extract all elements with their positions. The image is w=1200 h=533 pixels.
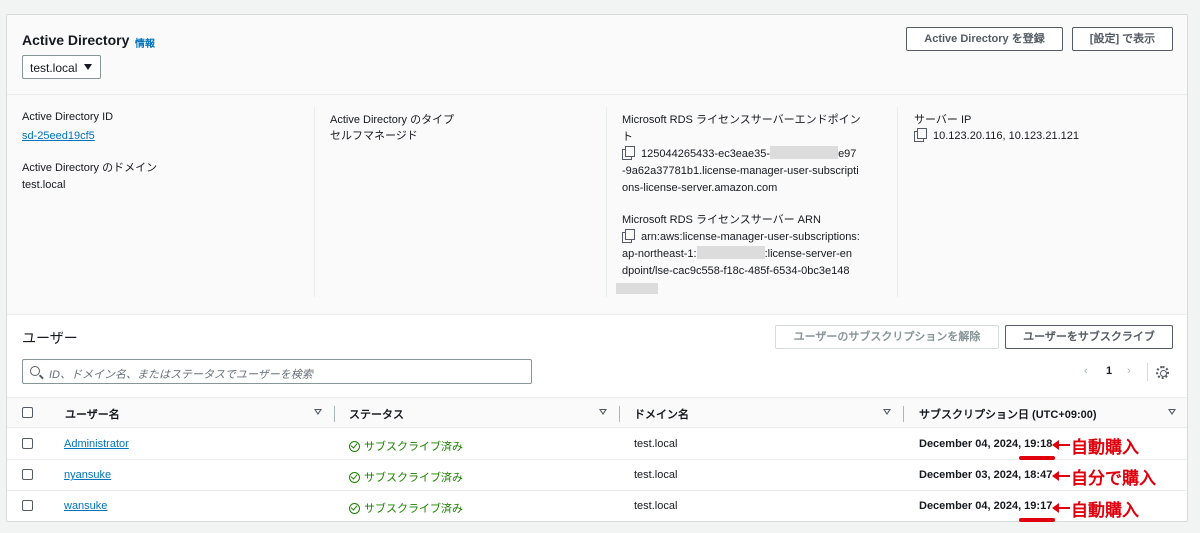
column-header-status[interactable]: ステータス <box>349 406 404 422</box>
column-separator <box>619 406 620 422</box>
status-cell: サブスクライブ済み <box>349 469 463 485</box>
status-cell: サブスクライブ済み <box>349 500 463 516</box>
domain-cell: test.local <box>634 500 678 512</box>
sort-icon[interactable] <box>1168 409 1176 415</box>
type-value: セルフマネージド <box>330 130 418 142</box>
directory-id-link[interactable]: sd-25eed19cf5 <box>22 128 95 145</box>
table-header: ユーザー名 ステータス ドメイン名 サブスクリプション日 (UTC+09:00) <box>7 397 1187 428</box>
domain-cell: test.local <box>634 469 678 481</box>
copy-icon[interactable] <box>914 128 927 142</box>
column-separator <box>903 406 904 422</box>
prev-page-icon[interactable]: ‹ <box>1084 365 1088 377</box>
endpoint-value-line3: ons-license-server.amazon.com <box>622 182 778 194</box>
column-divider <box>606 107 607 297</box>
endpoint-value-line2: -9a62a37781b1.license-manager-user-subsc… <box>622 165 859 177</box>
view-settings-button[interactable]: [設定] で表示 <box>1072 27 1173 51</box>
endpoint-value-line1: 125044265433-ec3eae35- e97 <box>622 146 856 163</box>
annotation-note: 自分で購入 <box>1071 469 1156 489</box>
sort-icon[interactable] <box>883 409 891 415</box>
arn-label: Microsoft RDS ライセンスサーバー ARN <box>622 214 821 226</box>
username-link[interactable]: wansuke <box>64 500 107 512</box>
directory-details: Active Directory ID sd-25eed19cf5 Active… <box>7 95 1187 315</box>
redacted-block <box>616 283 658 294</box>
annotation-note: 自動購入 <box>1071 501 1139 521</box>
arn-value-line1: arn:aws:license-manager-user-subscriptio… <box>622 229 860 246</box>
search-placeholder: ID、ドメイン名、またはステータスでユーザーを検索 <box>49 369 313 381</box>
redacted-block <box>770 146 839 159</box>
success-icon <box>349 503 360 514</box>
panel-header: Active Directory 情報 test.local Active Di… <box>7 15 1187 95</box>
annotation-arrow-icon <box>1052 471 1070 481</box>
info-link[interactable]: 情報 <box>135 35 155 50</box>
subscription-date-cell: December 03, 2024, 18:47 <box>919 469 1053 481</box>
unsubscribe-users-button[interactable]: ユーザーのサブスクリプションを解除 <box>775 325 999 349</box>
register-directory-button[interactable]: Active Directory を登録 <box>906 27 1063 51</box>
server-ip-value: 10.123.20.116, 10.123.21.121 <box>914 128 1079 145</box>
sort-icon[interactable] <box>599 409 607 415</box>
domain-cell: test.local <box>634 438 678 450</box>
domain-value: test.local <box>22 179 66 191</box>
directory-select-value: test.local <box>30 61 78 75</box>
column-header-domain[interactable]: ドメイン名 <box>634 406 689 422</box>
page-title: Active Directory <box>22 32 130 48</box>
directory-id-label: Active Directory ID <box>22 111 114 123</box>
server-ip-label: サーバー IP <box>914 114 972 126</box>
endpoint-label-line2: ト <box>622 131 633 143</box>
table-row: Administrator サブスクライブ済み test.local Decem… <box>7 429 1187 460</box>
sort-icon[interactable] <box>314 409 322 415</box>
redacted-block <box>696 246 765 259</box>
next-page-icon[interactable]: › <box>1127 365 1131 377</box>
user-search-input[interactable]: ID、ドメイン名、またはステータスでユーザーを検索 <box>22 359 532 384</box>
annotation-underline <box>1019 456 1055 460</box>
table-row: wansuke サブスクライブ済み test.local December 04… <box>7 491 1187 522</box>
row-checkbox[interactable] <box>22 438 33 449</box>
column-separator <box>334 406 335 422</box>
column-divider <box>897 107 898 297</box>
arn-value-line2: ap-northeast-1::license-server-en <box>622 246 853 260</box>
copy-icon[interactable] <box>622 146 635 160</box>
pager-divider <box>1147 363 1148 381</box>
column-header-subscription-date[interactable]: サブスクリプション日 (UTC+09:00) <box>919 406 1097 422</box>
annotation-underline <box>1019 518 1055 522</box>
subscription-date-cell: December 04, 2024, 19:17 <box>919 500 1053 512</box>
domain-label: Active Directory のドメイン <box>22 162 158 174</box>
column-header-username[interactable]: ユーザー名 <box>65 406 120 422</box>
status-cell: サブスクライブ済み <box>349 438 463 454</box>
row-checkbox[interactable] <box>22 500 33 511</box>
success-icon <box>349 441 360 452</box>
annotation-arrow-icon <box>1052 440 1070 450</box>
users-section-title: ユーザー <box>22 330 78 346</box>
subscription-date-cell: December 04, 2024, 19:18 <box>919 438 1053 450</box>
annotation-note: 自動購入 <box>1071 438 1139 458</box>
table-row: nyansuke サブスクライブ済み test.local December 0… <box>7 460 1187 491</box>
success-icon <box>349 472 360 483</box>
gear-icon[interactable] <box>1156 366 1169 379</box>
page-number[interactable]: 1 <box>1106 365 1112 377</box>
username-link[interactable]: Administrator <box>64 438 129 450</box>
select-all-checkbox[interactable] <box>22 407 33 418</box>
endpoint-label-line1: Microsoft RDS ライセンスサーバーエンドポイン <box>622 114 861 126</box>
subscribe-users-button[interactable]: ユーザーをサブスクライブ <box>1005 325 1173 349</box>
type-label: Active Directory のタイプ <box>330 114 455 126</box>
active-directory-panel: Active Directory 情報 test.local Active Di… <box>6 14 1188 522</box>
caret-down-icon <box>84 64 92 70</box>
copy-icon[interactable] <box>622 229 635 243</box>
annotation-arrow-icon <box>1052 503 1070 513</box>
username-link[interactable]: nyansuke <box>64 469 111 481</box>
directory-select[interactable]: test.local <box>22 55 101 79</box>
search-icon <box>30 366 40 376</box>
column-divider <box>314 107 315 297</box>
row-checkbox[interactable] <box>22 469 33 480</box>
arn-value-line3: dpoint/lse-cac9c558-f18c-485f-6534-0bc3e… <box>622 265 850 277</box>
